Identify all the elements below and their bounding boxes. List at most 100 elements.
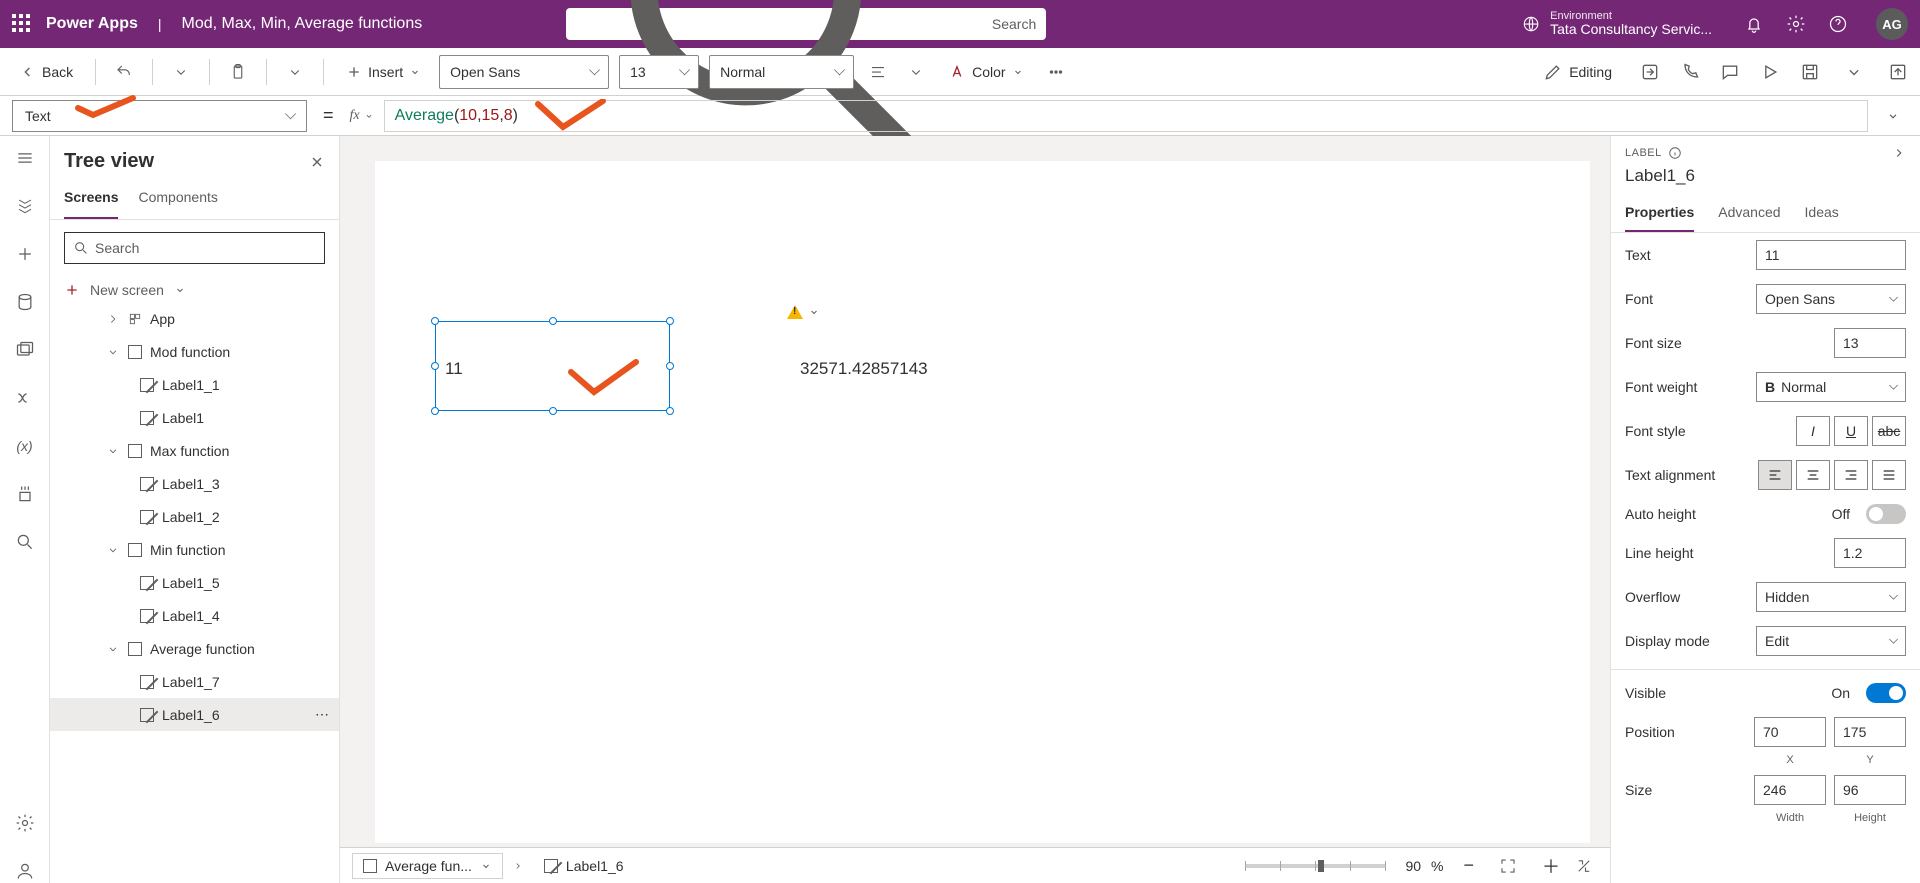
- resize-handle[interactable]: [666, 317, 674, 325]
- tree-node-min[interactable]: Min function: [50, 533, 339, 566]
- tree-node-label-selected[interactable]: Label1_6⋯: [50, 698, 339, 731]
- tree-node-label[interactable]: Label1_5: [50, 566, 339, 599]
- zoom-in[interactable]: ＋: [1542, 853, 1560, 879]
- avatar[interactable]: AG: [1876, 8, 1908, 40]
- prop-overflow-select[interactable]: Hidden: [1756, 582, 1906, 612]
- paste-dropdown[interactable]: [281, 58, 309, 86]
- align-button[interactable]: [864, 58, 892, 86]
- zoom-slider[interactable]: [1245, 864, 1385, 868]
- breadcrumb-control[interactable]: Label1_6: [533, 853, 635, 879]
- align-center-button[interactable]: [1796, 460, 1830, 490]
- tree-node-avg[interactable]: Average function: [50, 632, 339, 665]
- tree-node-label[interactable]: Label1_7: [50, 665, 339, 698]
- resize-handle[interactable]: [666, 362, 674, 370]
- undo-dropdown[interactable]: [167, 58, 195, 86]
- formula-expand[interactable]: [1878, 109, 1908, 123]
- undo-button[interactable]: [110, 58, 138, 86]
- rail-tree-view[interactable]: [13, 194, 37, 218]
- bell-icon[interactable]: [1744, 14, 1764, 34]
- breadcrumb-screen[interactable]: Average fun...: [352, 853, 503, 879]
- publish-icon[interactable]: [1888, 62, 1908, 82]
- prop-x-input[interactable]: 70: [1754, 717, 1826, 747]
- prop-width-input[interactable]: 246: [1754, 775, 1826, 805]
- selected-control[interactable]: [435, 321, 670, 411]
- rail-data[interactable]: [13, 290, 37, 314]
- color-button[interactable]: Color: [940, 59, 1031, 85]
- formula-input[interactable]: Average(10, 15, 8): [384, 100, 1868, 132]
- prop-visible-toggle[interactable]: [1866, 683, 1906, 703]
- save-dropdown[interactable]: [1840, 58, 1868, 86]
- help-icon[interactable]: [1828, 14, 1848, 34]
- chevron-right-icon[interactable]: [1892, 146, 1906, 160]
- back-button[interactable]: Back: [12, 60, 81, 84]
- share-icon[interactable]: [1640, 62, 1660, 82]
- resize-handle[interactable]: [549, 317, 557, 325]
- environment-picker[interactable]: Environment Tata Consultancy Servic...: [1522, 10, 1712, 37]
- resize-handle[interactable]: [549, 407, 557, 415]
- rail-variables[interactable]: (x): [13, 434, 37, 458]
- tab-ideas[interactable]: Ideas: [1805, 196, 1839, 232]
- more-icon[interactable]: ⋯: [315, 706, 329, 723]
- close-icon[interactable]: [309, 154, 325, 170]
- tree-node-app[interactable]: App: [50, 302, 339, 335]
- rail-ask[interactable]: [13, 859, 37, 883]
- call-icon[interactable]: [1680, 62, 1700, 82]
- font-family-select[interactable]: Open Sans: [439, 55, 609, 89]
- tab-screens[interactable]: Screens: [64, 179, 118, 219]
- prop-fontsize-input[interactable]: 13: [1834, 328, 1906, 358]
- tree-node-label[interactable]: Label1_3: [50, 467, 339, 500]
- align-left-button[interactable]: [1758, 460, 1792, 490]
- tab-components[interactable]: Components: [138, 179, 217, 219]
- app-launcher-icon[interactable]: [12, 14, 32, 34]
- paste-button[interactable]: [224, 58, 252, 86]
- rail-search[interactable]: [13, 530, 37, 554]
- comment-icon[interactable]: [1720, 62, 1740, 82]
- canvas[interactable]: 11 32571.42857143 Average fun... Label1_…: [340, 136, 1610, 883]
- info-icon[interactable]: [1668, 146, 1682, 160]
- prop-displaymode-select[interactable]: Edit: [1756, 626, 1906, 656]
- prop-text-input[interactable]: 11: [1756, 240, 1906, 270]
- zoom-out[interactable]: −: [1463, 855, 1474, 876]
- fx-button[interactable]: fx: [350, 108, 374, 124]
- prop-lineheight-input[interactable]: 1.2: [1834, 538, 1906, 568]
- prop-autoheight-toggle[interactable]: [1866, 504, 1906, 524]
- editing-mode[interactable]: Editing: [1535, 58, 1620, 86]
- resize-handle[interactable]: [431, 362, 439, 370]
- play-icon[interactable]: [1760, 62, 1780, 82]
- rail-settings[interactable]: [13, 811, 37, 835]
- font-weight-select[interactable]: Normal: [709, 55, 854, 89]
- tree-node-max[interactable]: Max function: [50, 434, 339, 467]
- canvas-label-1[interactable]: 11: [445, 359, 463, 379]
- tree-node-label[interactable]: Label1_4: [50, 599, 339, 632]
- resize-handle[interactable]: [431, 407, 439, 415]
- control-warning[interactable]: [787, 305, 820, 319]
- align-justify-button[interactable]: [1872, 460, 1906, 490]
- canvas-page[interactable]: 11 32571.42857143: [375, 161, 1590, 843]
- tab-properties[interactable]: Properties: [1625, 196, 1694, 232]
- rail-hamburger[interactable]: [13, 146, 37, 170]
- align-dropdown[interactable]: [902, 58, 930, 86]
- tree-search[interactable]: Search: [64, 232, 325, 264]
- rail-insert[interactable]: [13, 242, 37, 266]
- resize-handle[interactable]: [666, 407, 674, 415]
- strike-button[interactable]: abc: [1872, 416, 1906, 446]
- save-icon[interactable]: [1800, 62, 1820, 82]
- tree-node-label[interactable]: Label1_2: [50, 500, 339, 533]
- zoom-thumb[interactable]: [1318, 860, 1324, 872]
- prop-font-select[interactable]: Open Sans: [1756, 284, 1906, 314]
- rail-flows[interactable]: [13, 386, 37, 410]
- align-right-button[interactable]: [1834, 460, 1868, 490]
- rail-media[interactable]: [13, 338, 37, 362]
- search-input[interactable]: Search: [566, 8, 1046, 40]
- rail-tools[interactable]: [13, 482, 37, 506]
- resize-handle[interactable]: [431, 317, 439, 325]
- underline-button[interactable]: U: [1834, 416, 1868, 446]
- more-options[interactable]: [1042, 58, 1070, 86]
- prop-fontweight-select[interactable]: BNormal: [1756, 372, 1906, 402]
- tree-node-mod[interactable]: Mod function: [50, 335, 339, 368]
- insert-button[interactable]: Insert: [338, 60, 429, 84]
- tree-node-label[interactable]: Label1_1: [50, 368, 339, 401]
- fit-to-window[interactable]: [1494, 852, 1522, 880]
- tree-node-label[interactable]: Label1: [50, 401, 339, 434]
- expand-canvas[interactable]: [1570, 852, 1598, 880]
